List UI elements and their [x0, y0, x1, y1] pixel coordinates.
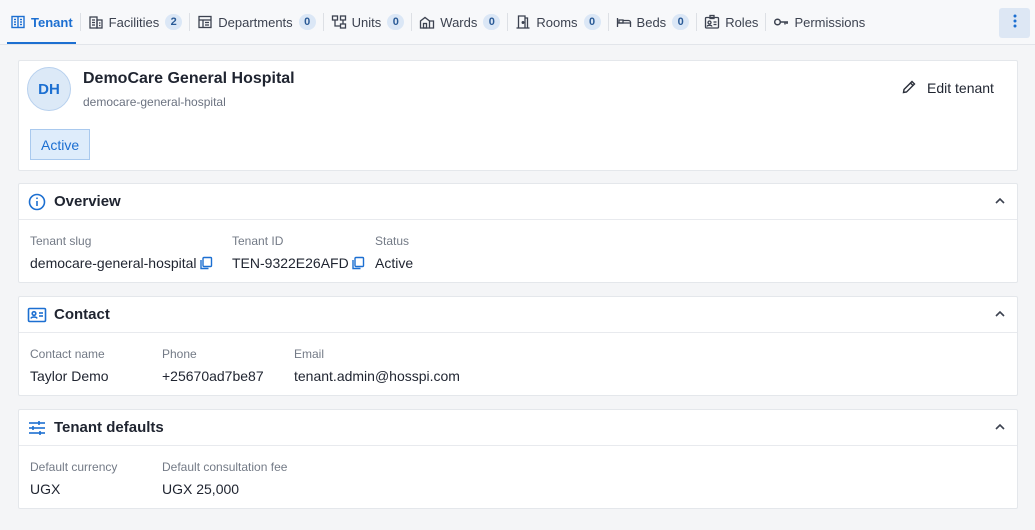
- section-title: Overview: [54, 193, 121, 210]
- building-icon: [10, 14, 26, 30]
- field-value: Active: [375, 255, 414, 271]
- contact-section: Contact Contact name Taylor Demo Phone +…: [18, 296, 1018, 396]
- field-label: Status: [375, 234, 410, 248]
- tab-facilities[interactable]: Facilities 2: [83, 0, 188, 44]
- field-label: Email: [294, 347, 325, 361]
- tab-wards[interactable]: Wards 0: [414, 0, 505, 44]
- field-value-row: TEN-9322E26AFD: [232, 255, 365, 271]
- field-label: Phone: [162, 347, 197, 361]
- tab-units[interactable]: Units 0: [326, 0, 410, 44]
- section-title: Tenant defaults: [54, 419, 164, 436]
- field-tenant-slug: Tenant slug democare-general-hospital: [30, 234, 213, 271]
- count-badge: 2: [165, 14, 183, 30]
- tenant-header-card: DH DemoCare General Hospital democare-ge…: [18, 60, 1018, 171]
- field-value: democare-general-hospital: [30, 255, 197, 271]
- tab-label: Wards: [440, 14, 478, 30]
- field-status: Status Active: [375, 234, 413, 271]
- field-value: UGX: [30, 481, 61, 497]
- tab-label: Rooms: [536, 14, 578, 30]
- chevron-up-icon[interactable]: [993, 307, 1007, 321]
- count-badge: 0: [583, 14, 601, 30]
- count-badge: 0: [483, 14, 501, 30]
- field-value-row: democare-general-hospital: [30, 255, 213, 271]
- tab-divider: [189, 13, 191, 31]
- field-value: TEN-9322E26AFD: [232, 255, 349, 271]
- tab-beds[interactable]: Beds 0: [611, 0, 695, 44]
- tab-label: Beds: [636, 14, 667, 30]
- facilities-icon: [88, 14, 104, 30]
- field-label: Tenant ID: [232, 234, 284, 248]
- tab-roles[interactable]: Roles: [699, 0, 763, 44]
- info-icon: [27, 192, 47, 212]
- tab-divider: [765, 13, 767, 31]
- tab-divider: [696, 13, 698, 31]
- field-default-currency: Default currency UGX: [30, 460, 117, 497]
- field-label: Tenant slug: [30, 234, 92, 248]
- field-label: Default consultation fee: [162, 460, 288, 474]
- field-email: Email tenant.admin@hosspi.com: [294, 347, 460, 384]
- roles-icon: [704, 14, 720, 30]
- sliders-icon: [27, 418, 47, 438]
- tab-departments[interactable]: Departments 0: [192, 0, 320, 44]
- field-value: UGX 25,000: [162, 481, 240, 497]
- field-phone: Phone +25670ad7be87: [162, 347, 264, 384]
- tab-rooms[interactable]: Rooms 0: [510, 0, 605, 44]
- field-value: Taylor Demo: [30, 368, 109, 384]
- tab-divider: [507, 13, 509, 31]
- avatar: DH: [27, 67, 71, 111]
- tab-label: Units: [351, 14, 382, 30]
- tab-label: Roles: [725, 14, 759, 30]
- chevron-up-icon[interactable]: [993, 194, 1007, 208]
- tenant-defaults-section-header[interactable]: Tenant defaults: [19, 410, 1017, 446]
- tab-permissions[interactable]: Permissions: [768, 0, 870, 44]
- field-value: tenant.admin@hosspi.com: [294, 368, 460, 384]
- field-label: Default currency: [30, 460, 118, 474]
- pencil-icon: [901, 79, 927, 98]
- overview-section: Overview Tenant slug democare-general-ho…: [18, 183, 1018, 283]
- field-tenant-id: Tenant ID TEN-9322E26AFD: [232, 234, 365, 271]
- field-label: Contact name: [30, 347, 105, 361]
- bed-icon: [616, 14, 632, 30]
- chevron-up-icon[interactable]: [993, 420, 1007, 434]
- overview-section-header[interactable]: Overview: [19, 184, 1017, 220]
- tab-label: Facilities: [108, 14, 160, 30]
- departments-icon: [197, 14, 213, 30]
- tab-bar: Tenant Facilities 2 Departments 0 Units …: [0, 0, 1035, 45]
- tenant-slug-subtitle: democare-general-hospital: [83, 95, 226, 109]
- more-menu-button[interactable]: [999, 8, 1030, 38]
- wards-icon: [419, 14, 435, 30]
- rooms-icon: [515, 14, 531, 30]
- copy-icon[interactable]: [351, 256, 365, 270]
- status-badge: Active: [30, 129, 91, 160]
- kebab-icon: [1013, 14, 1017, 33]
- section-title: Contact: [54, 306, 110, 323]
- edit-tenant-label: Edit tenant: [927, 80, 994, 96]
- tab-divider: [411, 13, 413, 31]
- tab-divider: [322, 13, 324, 31]
- field-contact-name: Contact name Taylor Demo: [30, 347, 109, 384]
- contact-section-header[interactable]: Contact: [19, 297, 1017, 333]
- field-default-consultation-fee: Default consultation fee UGX 25,000: [162, 460, 287, 497]
- tab-divider: [79, 13, 81, 31]
- contact-card-icon: [27, 305, 47, 325]
- tab-divider: [607, 13, 609, 31]
- edit-tenant-button[interactable]: Edit tenant: [895, 74, 1000, 102]
- page-title: DemoCare General Hospital: [83, 70, 295, 87]
- tab-label: Tenant: [31, 14, 73, 30]
- field-value: +25670ad7be87: [162, 368, 264, 384]
- units-icon: [331, 14, 347, 30]
- key-icon: [773, 14, 789, 30]
- tab-label: Permissions: [794, 14, 866, 30]
- copy-icon[interactable]: [199, 256, 213, 270]
- tab-label: Departments: [218, 14, 293, 30]
- count-badge: 0: [298, 14, 316, 30]
- tenant-defaults-section: Tenant defaults Default currency UGX Def…: [18, 409, 1018, 509]
- tabs: Tenant Facilities 2 Departments 0 Units …: [5, 0, 870, 44]
- count-badge: 0: [387, 14, 405, 30]
- tab-tenant[interactable]: Tenant: [5, 0, 78, 44]
- count-badge: 0: [672, 14, 690, 30]
